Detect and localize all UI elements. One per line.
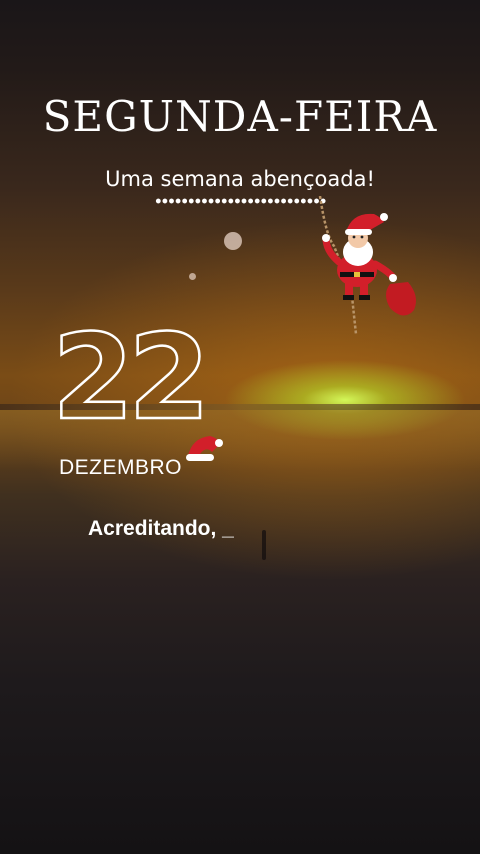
typing-caption: Acreditando, _ <box>88 517 234 540</box>
day-name-title: SEGUNDA-FEIRA <box>42 92 438 141</box>
floating-bubble <box>224 232 242 250</box>
santa-claus-icon <box>318 196 416 335</box>
floating-bubble <box>189 273 196 280</box>
month-label: DEZEMBRO <box>59 456 183 479</box>
day-number: 22 <box>51 308 212 446</box>
dotted-divider <box>155 198 327 204</box>
santa-hat-icon <box>186 436 223 461</box>
silhouette-figure <box>262 530 266 560</box>
week-blessing-subtitle: Uma semana abençoada! <box>105 167 375 191</box>
